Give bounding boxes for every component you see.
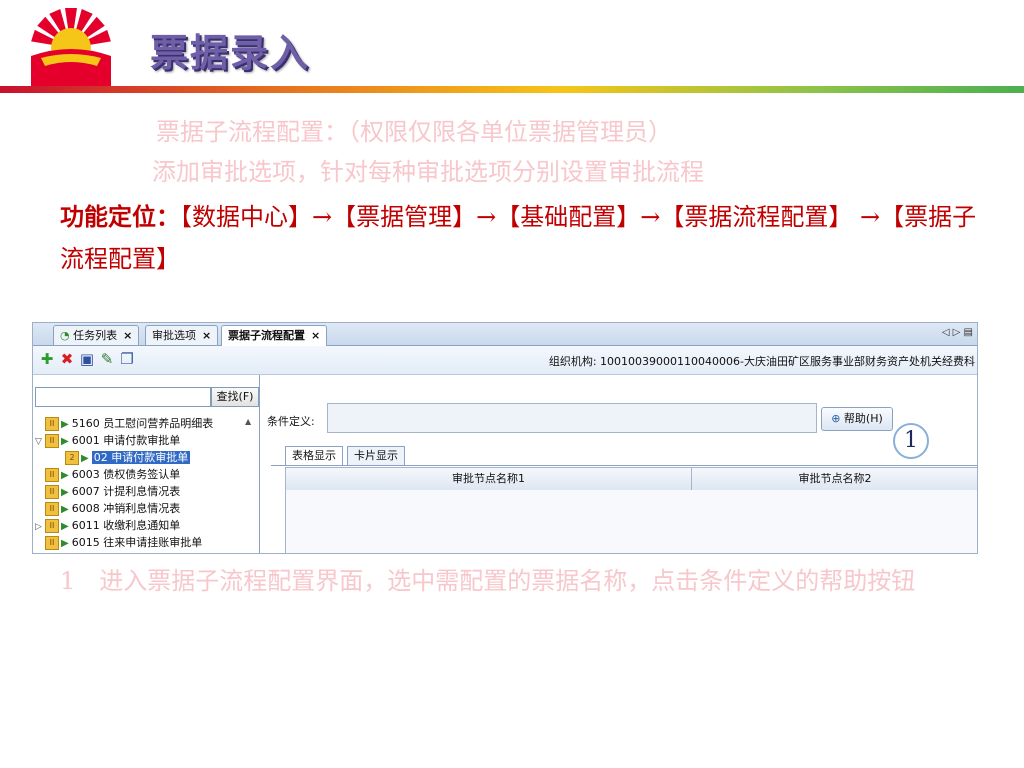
condition-input[interactable] [327, 403, 817, 433]
tab-label: 审批选项 [152, 329, 196, 342]
tab-approval-options[interactable]: 审批选项 × [145, 325, 219, 345]
condition-label: 条件定义: [267, 415, 315, 428]
close-icon[interactable]: × [311, 329, 320, 342]
tree-search-input[interactable] [35, 387, 211, 407]
tree-code: 6011 [71, 519, 100, 532]
copy-icon[interactable]: ❐ [119, 351, 135, 367]
tree-item[interactable]: II ▶ 6007 计提利息情况表 [35, 483, 255, 500]
tree-label-text: 申请付款审批单 [111, 451, 189, 464]
tree-code: 02 [93, 451, 108, 464]
tree-code: 6003 [71, 468, 100, 481]
function-path: 【数据中心】→【票据管理】→【基础配置】→【票据流程配置】 →【票据子流程配置】 [60, 203, 977, 273]
bill-icon: II [45, 536, 59, 550]
function-location: 功能定位：【数据中心】→【票据管理】→【基础配置】→【票据流程配置】 →【票据子… [60, 196, 980, 280]
tree-label: 债权债务签认单 [103, 468, 181, 481]
function-label: 功能定位： [60, 202, 180, 231]
magnifier-icon: ⊕ [831, 412, 841, 425]
tree-label: 计提利息情况表 [103, 485, 181, 498]
tree-item[interactable]: II ▶ 6008 冲销利息情况表 [35, 500, 255, 517]
task-icon: ◔ [60, 329, 70, 342]
tab-table-view[interactable]: 表格显示 [285, 446, 343, 465]
save-icon[interactable]: ▣ [79, 351, 95, 367]
tree-item[interactable]: ▷ II ▶ 6011 收缴利息通知单 [35, 517, 255, 534]
tab-scroll-icons[interactable]: ◁ ▷ ▤ [942, 327, 973, 338]
toolbar: ✚ ✖ ▣ ✎ ❐ 组织机构: 10010039000110040006-大庆油… [33, 346, 977, 375]
detail-pane: 条件定义: ⊕ 帮助(H) 1 表格显示 卡片显示 审批节点名称1 审批节点名称… [261, 375, 977, 553]
column-header-node-1[interactable]: 审批节点名称1 [286, 468, 692, 490]
play-icon: ▶ [61, 487, 69, 498]
tree-label: 收缴利息通知单 [103, 519, 181, 532]
org-info: 组织机构: 10010039000110040006-大庆油田矿区服务事业部财务… [549, 353, 975, 369]
play-icon: ▶ [61, 504, 69, 515]
edit-icon[interactable]: ✎ [99, 351, 115, 367]
tree-item[interactable]: II ▶ 6003 债权债务签认单 [35, 466, 255, 483]
tab-label: 任务列表 [73, 329, 118, 342]
tree-code: 6008 [71, 502, 100, 515]
add-icon[interactable]: ✚ [39, 351, 55, 367]
tree-label: 02 申请付款审批单 [91, 451, 191, 464]
bill-icon: II [45, 434, 59, 448]
tree-code: 6007 [71, 485, 100, 498]
close-icon[interactable]: × [202, 329, 211, 342]
intro-line-1: 票据子流程配置：（权限仅限各单位票据管理员） [156, 118, 672, 146]
view-tabs: 表格显示 卡片显示 [271, 445, 977, 466]
app-window: ◔ 任务列表 × 审批选项 × 票据子流程配置 × ◁ ▷ ▤ ✚ ✖ ▣ ✎ ❐ 组… [32, 322, 978, 554]
intro-line-2: 添加审批选项，针对每种审批选项分别设置审批流程 [152, 158, 704, 186]
find-button[interactable]: 查找(F) [211, 387, 259, 407]
tree-item[interactable]: ▽ II ▶ 6001 申请付款审批单 [35, 432, 255, 449]
bill-icon: II [45, 519, 59, 533]
play-icon: ▶ [61, 538, 69, 549]
bill-icon: II [45, 502, 59, 516]
tree-code: 5160 [71, 417, 100, 430]
grid-body [285, 490, 977, 553]
close-icon[interactable]: × [123, 329, 132, 342]
step-description: 1 进入票据子流程配置界面，选中需配置的票据名称，点击条件定义的帮助按钮 [60, 567, 916, 595]
column-header-node-2[interactable]: 审批节点名称2 [692, 468, 977, 490]
tree-item-selected[interactable]: 2 ▶ 02 申请付款审批单 [35, 449, 255, 466]
tree-code: 6015 [71, 536, 100, 549]
org-label: 组织机构: [548, 355, 597, 368]
petrochina-logo-icon [31, 8, 111, 88]
bill-icon: II [45, 468, 59, 482]
help-button[interactable]: ⊕ 帮助(H) [821, 407, 893, 431]
tree-code: 6001 [71, 434, 100, 447]
tab-sub-process-config[interactable]: 票据子流程配置 × [221, 325, 328, 346]
tree-item[interactable]: II ▶ 5160 员工慰问营养品明细表 [35, 415, 255, 432]
help-button-label: 帮助(H) [843, 412, 883, 425]
tree-pane: 查找(F) ▲ II ▶ 5160 员工慰问营养品明细表 ▽ II ▶ 6001 申请付款… [33, 375, 260, 553]
tree-label: 往来申请挂账审批单 [103, 536, 203, 549]
bill-icon: 2 [65, 451, 79, 465]
tab-task-list[interactable]: ◔ 任务列表 × [53, 325, 140, 345]
bill-icon: II [45, 485, 59, 499]
tab-bar: ◔ 任务列表 × 审批选项 × 票据子流程配置 × ◁ ▷ ▤ [33, 323, 977, 346]
tree-label: 冲销利息情况表 [103, 502, 181, 515]
play-icon: ▶ [61, 470, 69, 481]
play-icon: ▶ [81, 453, 89, 464]
tree-label: 申请付款审批单 [103, 434, 181, 447]
tree-label: 员工慰问营养品明细表 [103, 417, 214, 430]
play-icon: ▶ [61, 419, 69, 430]
play-icon: ▶ [61, 436, 69, 447]
tab-card-view[interactable]: 卡片显示 [347, 446, 405, 465]
tab-label: 票据子流程配置 [228, 329, 305, 342]
org-value: 10010039000110040006-大庆油田矿区服务事业部财务资产处机关经… [600, 355, 975, 368]
delete-icon[interactable]: ✖ [59, 351, 75, 367]
tree-item[interactable]: II ▶ 6015 往来申请挂账审批单 [35, 534, 255, 551]
bill-tree: II ▶ 5160 员工慰问营养品明细表 ▽ II ▶ 6001 申请付款审批单 2 ▶ 02… [35, 415, 255, 551]
play-icon: ▶ [61, 521, 69, 532]
grid-header: 审批节点名称1 审批节点名称2 [285, 467, 977, 491]
title-divider [0, 86, 1024, 93]
bill-icon: II [45, 417, 59, 431]
slide-title: 票据录入 [150, 30, 311, 75]
